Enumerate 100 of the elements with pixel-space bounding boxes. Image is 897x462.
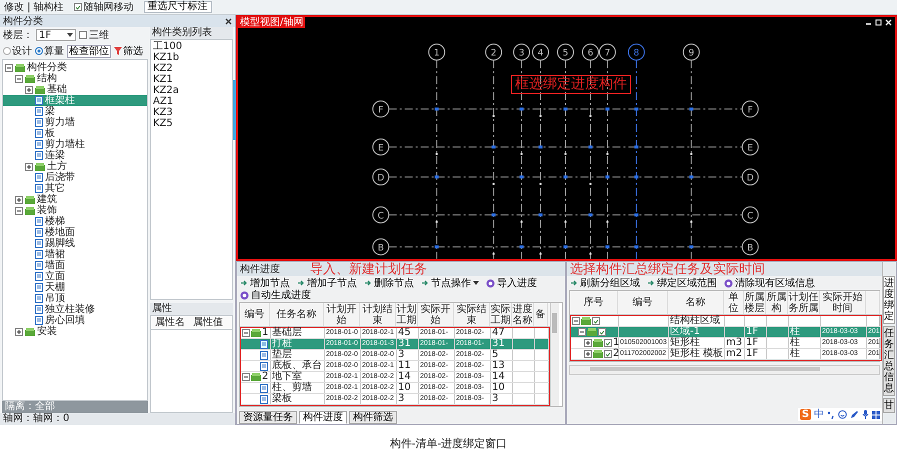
list-item[interactable]: KZ1 bbox=[153, 74, 230, 85]
list-item[interactable]: KZ5 bbox=[153, 118, 230, 129]
tree-item[interactable]: 装饰 bbox=[3, 205, 147, 216]
plus-box-icon[interactable] bbox=[25, 86, 33, 94]
tab[interactable]: 资源量任务 bbox=[239, 411, 297, 424]
toolbar-button[interactable]: 导入进度 bbox=[486, 277, 537, 289]
table-cell: 13 bbox=[492, 361, 505, 371]
list-item[interactable]: AZ1 bbox=[153, 96, 230, 107]
checkbox[interactable] bbox=[604, 339, 612, 347]
tree-item[interactable]: 基础 bbox=[3, 84, 147, 95]
minus-box-icon[interactable] bbox=[242, 373, 250, 381]
microphone-icon[interactable] bbox=[862, 410, 869, 419]
model-viewport[interactable]: 1 2 3 4 5 6 7 8 9 F F E E D D C C B B 模型视图/轴网 框选绑定进度构件 bbox=[236, 15, 897, 261]
tree-item[interactable]: 墙面 bbox=[3, 260, 147, 271]
tree-item[interactable]: 梁 bbox=[3, 106, 147, 117]
column-header: 实际开始 bbox=[418, 303, 454, 326]
side-tab[interactable]: 甘 bbox=[883, 398, 895, 413]
side-tab[interactable]: 进度绑定 bbox=[883, 276, 895, 324]
input-mode[interactable]: 中 bbox=[814, 409, 824, 420]
document-icon bbox=[35, 173, 43, 182]
checkbox[interactable] bbox=[74, 3, 82, 11]
pen-icon[interactable] bbox=[850, 410, 859, 419]
minus-box-icon[interactable] bbox=[15, 206, 23, 214]
minus-box-icon[interactable] bbox=[15, 74, 23, 82]
checkbox[interactable] bbox=[604, 350, 612, 358]
tree-item[interactable]: 楼梯 bbox=[3, 216, 147, 227]
tree-item[interactable]: 土方 bbox=[3, 161, 147, 172]
list-item[interactable]: 工100 bbox=[153, 41, 230, 52]
axis-bubble: 6 bbox=[582, 44, 599, 61]
tab[interactable]: 构件筛选 bbox=[349, 411, 397, 424]
minus-box-icon[interactable] bbox=[242, 329, 250, 337]
tree-item[interactable]: 连梁 bbox=[3, 150, 147, 161]
plus-box-icon[interactable] bbox=[584, 350, 592, 358]
minus-box-icon[interactable] bbox=[578, 328, 586, 336]
tree-item[interactable]: 独立柱装修 bbox=[3, 304, 147, 315]
minus-box-icon[interactable] bbox=[572, 317, 580, 325]
check-button[interactable]: 检查部位 bbox=[67, 44, 111, 58]
axis-bubble: 9 bbox=[682, 44, 700, 61]
grid-icon[interactable] bbox=[872, 410, 880, 418]
toolbar-button[interactable]: 增加子节点 bbox=[297, 277, 357, 289]
tab[interactable]: 构件进度 bbox=[299, 411, 347, 424]
tree-item[interactable]: 吊顶 bbox=[3, 293, 147, 304]
tree-item[interactable]: 房心回填 bbox=[3, 315, 147, 326]
checkbox[interactable] bbox=[79, 31, 87, 39]
document-icon bbox=[260, 362, 268, 370]
tree-item[interactable]: 后浇带 bbox=[3, 172, 147, 183]
side-tab[interactable]: 任务汇总信息 bbox=[883, 326, 895, 396]
table-cell: 3 bbox=[492, 394, 498, 404]
arrow-icon bbox=[421, 279, 429, 287]
tree-item[interactable]: 其它 bbox=[3, 183, 147, 194]
scrollbar[interactable] bbox=[233, 80, 236, 140]
smiley-icon[interactable] bbox=[838, 410, 847, 419]
radio-button[interactable] bbox=[35, 47, 43, 55]
tree-item[interactable]: 楼地面 bbox=[3, 227, 147, 238]
column-header: 序号 bbox=[570, 291, 618, 314]
toolbar-button[interactable]: 重选尺寸标注 bbox=[144, 1, 212, 13]
tree-item[interactable]: 踢脚线 bbox=[3, 238, 147, 249]
filter-button[interactable]: 筛选 bbox=[114, 46, 143, 56]
tree-item[interactable]: 板 bbox=[3, 128, 147, 139]
tree-item[interactable]: 构件分类 bbox=[3, 62, 147, 73]
plus-box-icon[interactable] bbox=[25, 162, 33, 170]
scrollbar[interactable] bbox=[569, 365, 880, 375]
plus-box-icon[interactable] bbox=[584, 339, 592, 347]
list-item[interactable]: KZ2 bbox=[153, 63, 230, 74]
toolbar-button[interactable]: 自动生成进度 bbox=[240, 289, 311, 301]
tree-item[interactable]: 结构 bbox=[3, 73, 147, 84]
axis-bubble: C bbox=[742, 206, 759, 224]
toolbar-button[interactable]: 节点操作 bbox=[421, 277, 479, 289]
tree-item[interactable]: 安装 bbox=[3, 326, 147, 337]
list-item[interactable]: KZ3 bbox=[153, 107, 230, 118]
close-icon[interactable] bbox=[225, 18, 232, 24]
tree-item[interactable]: 墙裙 bbox=[3, 249, 147, 260]
radio-button[interactable] bbox=[3, 47, 11, 55]
toolbar-button[interactable]: 清除现有区域信息 bbox=[724, 277, 815, 289]
toolbar-button[interactable]: 绑定区域范围 bbox=[647, 277, 717, 289]
minus-box-icon[interactable] bbox=[5, 64, 13, 72]
list-item[interactable]: KZ1b bbox=[153, 52, 230, 63]
checkbox[interactable] bbox=[592, 317, 600, 325]
document-icon bbox=[35, 250, 43, 259]
tree-item[interactable]: 建筑 bbox=[3, 194, 147, 205]
plus-box-icon[interactable] bbox=[15, 328, 23, 336]
toolbar-button[interactable]: 增加节点 bbox=[240, 277, 290, 289]
restore-icon[interactable] bbox=[875, 19, 882, 26]
folder-icon bbox=[35, 162, 45, 170]
plus-box-icon[interactable] bbox=[15, 196, 23, 204]
document-icon bbox=[35, 184, 43, 193]
tree-item[interactable]: 立面 bbox=[3, 271, 147, 282]
checkbox[interactable] bbox=[598, 328, 606, 336]
tree-item[interactable]: 天棚 bbox=[3, 282, 147, 293]
tree-item[interactable]: 剪力墙 bbox=[3, 117, 147, 128]
toolbar-button[interactable]: 刷新分组区域 bbox=[570, 277, 640, 289]
document-icon bbox=[35, 217, 43, 226]
folder-icon bbox=[25, 206, 35, 214]
folder-icon bbox=[593, 350, 603, 358]
scrollbar[interactable] bbox=[550, 303, 559, 406]
toolbar-button[interactable]: 删除节点 bbox=[364, 277, 414, 289]
punctuation-icon[interactable] bbox=[827, 410, 835, 418]
tree-item[interactable]: 剪力墙柱 bbox=[3, 139, 147, 150]
floor-select[interactable]: 1F bbox=[36, 29, 76, 41]
list-item[interactable]: KZ2a bbox=[153, 85, 230, 96]
